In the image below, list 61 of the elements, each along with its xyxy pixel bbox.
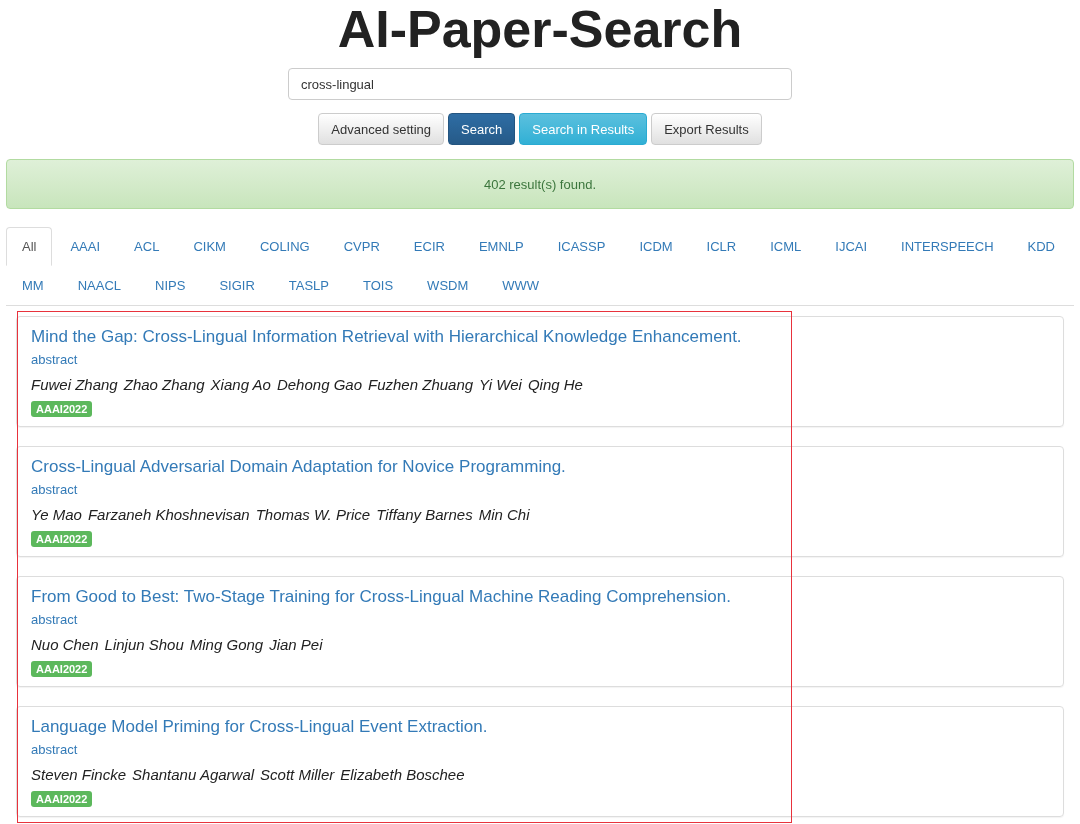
venue-label: AAAI2022 [31,531,93,547]
venue-label: AAAI2022 [31,661,93,677]
paper-title-link[interactable]: Cross-Lingual Adversarial Domain Adaptation for Novice Programming. [31,456,566,478]
venue-label: AAAI2022 [31,791,93,807]
venue-tab[interactable]: All [6,227,53,266]
venue-tab[interactable]: NAACL [61,266,138,305]
author-name: Steven Fincke [31,765,127,785]
venue-tab[interactable]: ICDM [623,227,689,266]
paper-title-link[interactable]: From Good to Best: Two-Stage Training for Cross-Lingual Machine Reading Comprehension. [31,586,731,608]
venue-tab[interactable]: AAAI [54,227,117,266]
author-name: Fuwei Zhang [31,375,118,395]
venue-tab[interactable]: TASLP [272,266,345,305]
venue-tab[interactable]: EMNLP [462,227,540,266]
author-name: Scott Miller [260,765,335,785]
author-name: Jian Pei [269,635,323,655]
venue-tab[interactable]: CVPR [327,227,396,266]
author-name: Yi Wei [479,375,522,395]
venue-label: AAAI2022 [31,401,93,417]
result-alert: 402 result(s) found. [6,159,1074,209]
author-name: Thomas W. Price [255,505,371,525]
venue-tab[interactable]: ACL [118,227,176,266]
author-name: Nuo Chen [31,635,99,655]
author-name: Xiang Ao [210,375,271,395]
venue-tab[interactable]: SIGIR [203,266,271,305]
author-name: Min Chi [478,505,530,525]
author-name: Tiffany Barnes [376,505,473,525]
action-button[interactable]: Export Results [651,113,762,145]
abstract-link[interactable]: abstract [31,741,78,759]
action-button[interactable]: Search [448,113,516,145]
author-name: Qing He [527,375,583,395]
venue-tab[interactable]: IJCAI [819,227,884,266]
venue-tab[interactable]: TOIS [347,266,410,305]
venue-tab[interactable]: CIKM [177,227,242,266]
page-title: AI-Paper-Search [337,0,743,58]
abstract-link[interactable]: abstract [31,351,78,369]
author-name: Shantanu Agarwal [132,765,255,785]
venue-tab[interactable]: MM [6,266,60,305]
paper-title-link[interactable]: Language Model Priming for Cross-Lingual Event Extraction. [31,716,488,738]
author-name: Elizabeth Boschee [340,765,465,785]
author-name: Farzaneh Khoshnevisan [87,505,250,525]
abstract-link[interactable]: abstract [31,611,78,629]
venue-tab[interactable]: KDD [1011,227,1071,266]
author-name: Ye Mao [31,505,82,525]
author-name: Linjun Shou [104,635,184,655]
author-name: Fuzhen Zhuang [368,375,474,395]
venue-tab[interactable]: ICML [754,227,818,266]
venue-tab[interactable]: NIPS [139,266,202,305]
author-name: Dehong Gao [276,375,362,395]
action-button[interactable]: Advanced setting [318,113,445,145]
venue-tab[interactable]: WWW [486,266,556,305]
venue-tab[interactable]: ICASSP [541,227,622,266]
venue-tab[interactable]: WSDM [411,266,485,305]
author-name: Zhao Zhang [123,375,205,395]
venue-tab[interactable]: ICLR [690,227,753,266]
paper-title-link[interactable]: Mind the Gap: Cross-Lingual Information Retrieval with Hierarchical Knowledge Enhancement. [31,326,742,348]
venue-tab[interactable]: COLING [243,227,326,266]
author-name: Ming Gong [189,635,264,655]
venue-tab[interactable]: INTERSPEECH [885,227,1010,266]
venue-tab[interactable]: ECIR [397,227,461,266]
abstract-link[interactable]: abstract [31,481,78,499]
search-field[interactable]: cross-lingual [288,68,792,100]
